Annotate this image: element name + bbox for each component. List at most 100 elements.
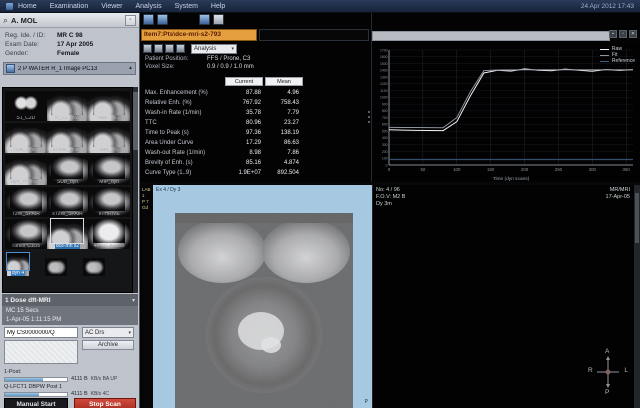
- analysis-dropdown-label: Analysis: [194, 46, 216, 52]
- study-info-row: Patient Position: FFS / Prone, C3: [141, 55, 371, 63]
- query-input[interactable]: [4, 327, 78, 338]
- svg-text:800: 800: [382, 109, 388, 113]
- thumbnail-item[interactable]: Ref_T 5: [88, 123, 130, 153]
- scrollbar-handle[interactable]: [133, 92, 138, 150]
- series-spinner[interactable]: ▲: [128, 66, 133, 71]
- transfer-size: 4111 B: [71, 391, 88, 397]
- parameter-mean-value: 4.96: [263, 88, 301, 98]
- thumbnail-caption: T5W_3TW5: [12, 148, 39, 153]
- study-info-value: FFS / Prone, C3: [207, 55, 250, 63]
- transfer-size: 4111 B: [71, 376, 88, 382]
- thumbnail-item[interactable]: dyn 4: [7, 253, 29, 276]
- statistics-panel: Patient Position: FFS / Prone, C3 Voxel …: [141, 55, 371, 182]
- mri-image-viewport[interactable]: Ex 4 / Dy 3 P: [153, 185, 372, 408]
- stop-scan-button[interactable]: Stop Scan: [74, 398, 136, 408]
- thumbnail-image: [51, 123, 83, 147]
- viewport-overlay-bottom-right: P: [365, 399, 368, 405]
- thumbnail-item[interactable]: SUB_dyn: [47, 155, 89, 185]
- viewport-info-top-left: No: 4 / 96 F.O.V: M2 B Dy 3m: [376, 187, 405, 208]
- menu-item[interactable]: Home: [18, 3, 37, 10]
- parameter-current-value: 17.29: [225, 138, 263, 148]
- svg-text:1000: 1000: [380, 96, 388, 100]
- measure-tool-icon[interactable]: [176, 44, 185, 53]
- pointer-tool-icon[interactable]: [143, 44, 152, 53]
- thumbnail-item[interactable]: sT2W_SPAIR: [47, 187, 89, 217]
- scan-section-details: MC 15 Secs 1-Apr-05 1:11:15 PM: [2, 306, 138, 325]
- dynamic-curve-chart[interactable]: 0100200300400500600700800900100011001200…: [372, 43, 640, 182]
- column-header-mean[interactable]: Mean: [265, 77, 303, 86]
- thumbnail-footer-row: dyn 4: [5, 251, 130, 276]
- path-input-field[interactable]: [259, 29, 369, 41]
- thumbnail-item[interactable]: sT5W_3TW5: [47, 123, 89, 153]
- thumbnail-item[interactable]: 4P Tu_A005B: [88, 219, 130, 249]
- analysis-dropdown[interactable]: Analysis ▾: [191, 44, 237, 54]
- svg-text:0: 0: [388, 167, 391, 172]
- thumbnail-item[interactable]: S1_C2D: [5, 91, 47, 121]
- pencil-tool-icon[interactable]: [165, 44, 174, 53]
- table-row: Brevity of Enh. (s) 85.16 4.874: [141, 158, 371, 168]
- thumbnail-image: [93, 91, 125, 115]
- column-header-current[interactable]: Current: [225, 77, 263, 86]
- chevron-down-icon[interactable]: ▾: [132, 297, 135, 304]
- study-info-label: Voxel Size:: [145, 63, 207, 71]
- patient-info: Reg. Ide. / ID: MR C 98 Exam Date: 17 Ap…: [0, 28, 139, 60]
- parameter-mean-value: 86.63: [263, 138, 301, 148]
- folder-save-icon[interactable]: [157, 14, 168, 25]
- viewport-info-top-right: MR/MRI 17-Apr-05: [606, 187, 630, 201]
- thumbnail-item[interactable]: Tursor C1O5: [5, 219, 47, 249]
- secondary-viewport[interactable]: No: 4 / 96 F.O.V: M2 B Dy 3m MR/MRI 17-A…: [372, 185, 640, 408]
- monitor-icon[interactable]: [199, 14, 210, 25]
- parameter-label: Brevity of Enh. (s): [141, 158, 225, 168]
- thumbnail-item[interactable]: MIP_dyn: [88, 155, 130, 185]
- patient-header-button[interactable]: ▫: [125, 15, 136, 26]
- thumbnail-image: [7, 253, 29, 270]
- svg-text:200: 200: [521, 167, 529, 172]
- archive-button[interactable]: Archive: [82, 340, 134, 350]
- thumbnail-item[interactable]: REF TS 1: [88, 91, 130, 121]
- thumbnail-item[interactable]: [45, 258, 67, 276]
- thumbnail-item[interactable]: P_C2 T5W: [47, 91, 89, 121]
- menu-item[interactable]: Help: [211, 3, 225, 10]
- patient-sidebar: ⌕ A. MOL ▫ Reg. Ide. / ID: MR C 98 Exam …: [0, 13, 140, 408]
- queue-listbox[interactable]: [4, 340, 78, 364]
- series-icon: [6, 64, 15, 73]
- menu-item[interactable]: Examination: [50, 3, 89, 10]
- menu-item[interactable]: Viewer: [101, 3, 122, 10]
- menu-item[interactable]: System: [175, 3, 198, 10]
- roi-tool-icon[interactable]: [154, 44, 163, 53]
- close-icon[interactable]: ✕: [629, 30, 637, 38]
- active-study-path-tab[interactable]: Item7:Pts\dce-mri-s2-793: [141, 29, 257, 41]
- restore-icon[interactable]: ▫: [619, 30, 627, 38]
- search-icon[interactable]: ⌕: [3, 16, 8, 25]
- panel-splitter-handle[interactable]: [367, 100, 371, 134]
- thumbnail-item[interactable]: dyn_THRIVE: [5, 155, 47, 185]
- pin-icon[interactable]: ▪: [609, 30, 617, 38]
- menu-item[interactable]: Analysis: [136, 3, 162, 10]
- destination-dropdown[interactable]: AC Drs ▾: [82, 327, 134, 338]
- eraser-icon[interactable]: [213, 14, 224, 25]
- patient-info-row: Gender: Female: [5, 49, 134, 58]
- transfer-rate: KB/s BA UP: [91, 376, 118, 382]
- manual-start-button[interactable]: Manual Start: [4, 398, 68, 408]
- series-selector-label: 2 P WATER R_1 Image PC13: [18, 66, 125, 72]
- scrollbar-handle[interactable]: [635, 193, 639, 243]
- thumbnail-item[interactable]: T2W_SPAIR: [5, 187, 47, 217]
- parameter-mean-value: 4.874: [263, 158, 301, 168]
- viewport-scrollbar[interactable]: [634, 185, 640, 408]
- thumbnail-caption: 4P Tu_A005B: [94, 244, 125, 249]
- thumbnail-item[interactable]: T5W_3TW5: [5, 123, 47, 153]
- thumbnail-scrollbar[interactable]: [133, 87, 138, 293]
- svg-text:1400: 1400: [380, 69, 388, 73]
- thumbnail-image: [10, 91, 42, 115]
- table-row: Curve Type (1..9) 1.9E+07 892.504: [141, 168, 371, 178]
- thumbnail-item[interactable]: [83, 258, 105, 276]
- table-body: Max. Enhancement (%) 87.88 4.96 Relative…: [141, 88, 371, 178]
- series-selector[interactable]: 2 P WATER R_1 Image PC13 ▲: [3, 62, 136, 75]
- thumbnail-image: [93, 123, 125, 147]
- svg-text:300: 300: [589, 167, 597, 172]
- thumbnail-item[interactable]: eTHRIVE: [88, 187, 130, 217]
- thumbnail-item[interactable]: dce-mri s2: [47, 219, 89, 249]
- destination-dropdown-label: AC Drs: [85, 330, 104, 336]
- folder-open-icon[interactable]: [143, 14, 154, 25]
- svg-text:1600: 1600: [380, 55, 388, 59]
